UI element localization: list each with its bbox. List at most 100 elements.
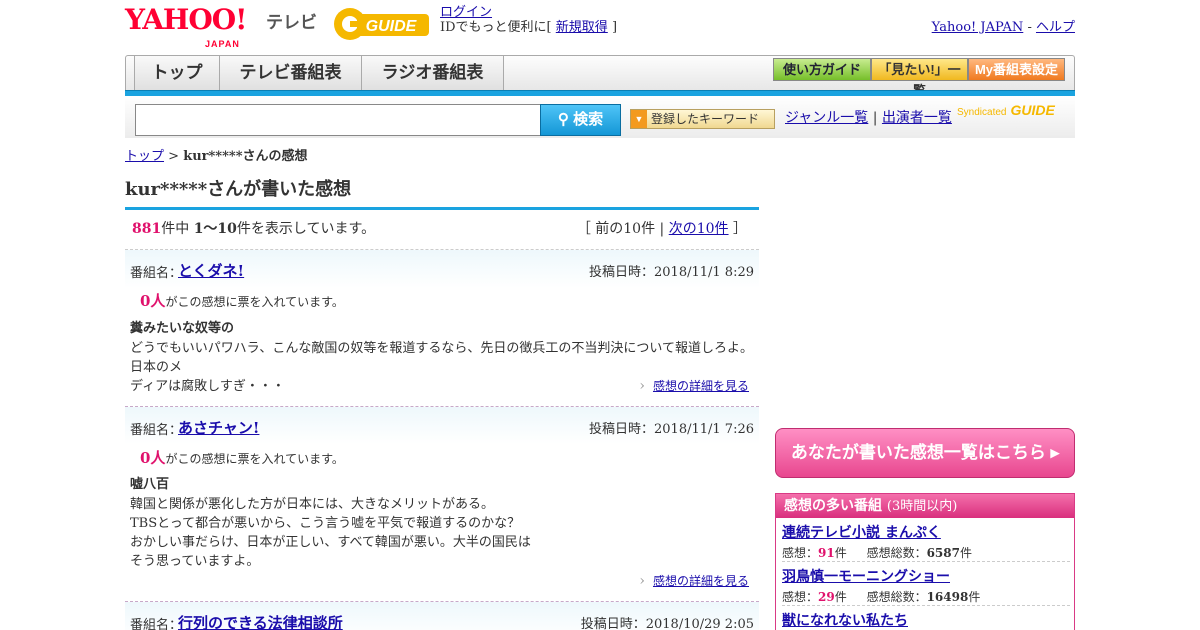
tab-top[interactable]: トップ <box>134 56 220 90</box>
keyword-label: 登録したキーワード <box>651 112 760 126</box>
page-title: kur*****さんが書いた感想 <box>125 179 352 200</box>
ranking-total-count: 16498 <box>926 590 969 604</box>
yahoo-logo-japan: JAPAN <box>205 39 240 49</box>
login-box: ログイン IDでもっと便利に[ 新規取得 ] <box>440 5 617 35</box>
search-icon: ⚲ <box>557 111 569 128</box>
entry-header: 番組名： あさチャン! 投稿日時：2018/11/1 7:26 <box>125 406 759 444</box>
performer-list-link[interactable]: 出演者一覧 <box>882 110 952 126</box>
syndicated-logo-text: GUIDE <box>1010 102 1055 118</box>
breadcrumb: トップ > kur*****さんの感想 <box>125 145 308 164</box>
next-page-link[interactable]: 次の10件 <box>669 221 729 237</box>
program-link[interactable]: あさチャン! <box>178 417 259 438</box>
pager-open: ［ <box>576 221 591 237</box>
ranking-kanso-label: 感想： <box>782 590 819 604</box>
ranking-meta: 感想：91件 感想総数：6587件 <box>782 544 1070 561</box>
review-entry: 番組名： 行列のできる法律相談所 投稿日時：2018/10/29 2:05 <box>125 601 759 630</box>
ranking-total-count: 6587 <box>926 546 960 560</box>
review-title: 糞みたいな奴等の <box>130 321 235 336</box>
vote-number: 0人 <box>140 449 166 467</box>
search-links-sep: | <box>872 110 878 126</box>
ranking-total-unit: 件 <box>959 546 972 560</box>
header-sep: - <box>1027 20 1032 35</box>
ranking-subtitle: (3時間以内) <box>886 499 958 514</box>
ranking-total-label: 感想総数： <box>866 546 927 560</box>
vote-text: がこの感想に票を入れています。 <box>165 452 344 466</box>
my-reviews-button-label: あなたが書いた感想一覧はこちら <box>790 443 1046 462</box>
pager-sep: | <box>659 221 665 237</box>
search-links: ジャンル一覧 | 出演者一覧 <box>785 109 952 127</box>
gguide-logo[interactable]: GUIDE <box>333 6 433 42</box>
review-entry: 番組名： あさチャン! 投稿日時：2018/11/1 7:26 0人がこの感想に… <box>125 406 759 602</box>
tv-label: テレビ <box>266 13 317 32</box>
mitai-list-button[interactable]: 「見たい!」一覧 <box>871 58 968 98</box>
global-nav: トップ テレビ番組表 ラジオ番組表 使い方ガイド 「見たい!」一覧 My番組表設… <box>125 55 1075 98</box>
entry-header: 番組名： 行列のできる法律相談所 投稿日時：2018/10/29 2:05 <box>125 601 759 630</box>
login-link[interactable]: ログイン <box>440 5 492 20</box>
ranking-title: 感想の多い番組 <box>784 498 882 514</box>
review-body-line: おかしい事だらけ、日本が正しい、すべて韓国が悪い。大半の国民は <box>130 535 531 550</box>
help-link[interactable]: ヘルプ <box>1036 20 1075 35</box>
review-body-line: どうでもいいパワハラ、こんな敵国の奴等を報道するなら、先日の徴兵工の不当判決につ… <box>130 341 753 375</box>
yahoo-japan-link[interactable]: Yahoo! JAPAN <box>932 20 1024 35</box>
search-area: ⚲ 検索 ▼ 登録したキーワード ジャンル一覧 | 出演者一覧 Syndicate… <box>125 96 1075 138</box>
program-label: 番組名： <box>130 618 183 630</box>
registered-keyword-button[interactable]: ▼ 登録したキーワード <box>630 109 775 129</box>
review-entry: 番組名： とくダネ! 投稿日時：2018/11/1 8:29 0人がこの感想に票… <box>125 250 759 407</box>
ranking-program-link[interactable]: 獣になれない私たち <box>782 610 1070 630</box>
ranking-program-link[interactable]: 羽鳥慎一モーニングショー <box>782 566 1070 586</box>
result-count: 881件中 1～10件を表示しています。 <box>132 210 375 248</box>
entry-header: 番組名： とくダネ! 投稿日時：2018/11/1 8:29 <box>125 250 759 288</box>
ranking-program-link[interactable]: 連続テレビ小説 まんぷく <box>782 522 1070 542</box>
vote-count: 0人がこの感想に票を入れています。 <box>140 447 344 468</box>
header: YAHOO! JAPAN テレビ GUIDE ログイン IDでもっと便利に[ 新… <box>125 0 1075 50</box>
breadcrumb-current: kur*****さんの感想 <box>183 149 308 164</box>
review-body-line: そう思っていますよ。 <box>130 554 260 569</box>
yahoo-japan-logo[interactable]: YAHOO! JAPAN <box>125 6 247 50</box>
review-detail-link[interactable]: 感想の詳細を見る <box>653 574 749 588</box>
result-mid: 件中 <box>161 221 190 237</box>
login-text: IDでもっと便利に[ <box>440 20 552 35</box>
my-schedule-button[interactable]: My番組表設定 <box>968 58 1065 81</box>
review-detail-link[interactable]: 感想の詳細を見る <box>653 379 749 393</box>
ranking-total-unit: 件 <box>968 590 981 604</box>
detail-link-row: 感想の詳細を見る <box>639 572 749 589</box>
vote-count: 0人がこの感想に票を入れています。 <box>140 290 344 311</box>
ranking-meta: 感想：29件 感想総数：16498件 <box>782 588 1070 605</box>
dropdown-arrow-icon: ▼ <box>631 110 647 128</box>
vote-text: がこの感想に票を入れています。 <box>165 295 344 309</box>
post-date: 投稿日時：2018/11/1 8:29 <box>589 265 754 280</box>
program-link[interactable]: 行列のできる法律相談所 <box>178 612 343 630</box>
search-input[interactable] <box>135 104 541 136</box>
ranking-item: 獣になれない私たち <box>782 610 1070 630</box>
post-date: 投稿日時：2018/10/29 2:05 <box>580 617 754 630</box>
ranking-total-label: 感想総数： <box>866 590 927 604</box>
result-range: 1～10 <box>193 221 237 237</box>
genre-list-link[interactable]: ジャンル一覧 <box>785 110 868 126</box>
guide-button[interactable]: 使い方ガイド <box>773 58 871 81</box>
search-button-label: 検索 <box>573 111 604 128</box>
signup-link[interactable]: 新規取得 <box>556 20 608 35</box>
chevron-right-icon: ▸ <box>1050 443 1060 462</box>
ranking-item: 連続テレビ小説 まんぷく 感想：91件 感想総数：6587件 <box>782 522 1070 562</box>
breadcrumb-top-link[interactable]: トップ <box>125 149 164 164</box>
program-link[interactable]: とくダネ! <box>178 260 244 281</box>
ranking-kanso-count: 29 <box>818 590 835 604</box>
review-body-line: TBSとって都合が悪いから、こう言う嘘を平気で報道するのかな？ <box>130 516 521 531</box>
ranking-header: 感想の多い番組 (3時間以内) <box>776 494 1074 518</box>
syndicated-label: Syndicated <box>957 107 1007 118</box>
tab-tv-schedule[interactable]: テレビ番組表 <box>220 56 362 90</box>
result-total: 881 <box>132 221 162 237</box>
pager: 881件中 1～10件を表示しています。 ［ 前の10件 | 次の10件 ］ <box>125 210 759 250</box>
my-reviews-button[interactable]: あなたが書いた感想一覧はこちら ▸ <box>775 428 1075 478</box>
program-label: 番組名： <box>130 266 183 281</box>
syndicated-gguide-logo: Syndicated GUIDE <box>957 102 1055 118</box>
header-links: Yahoo! JAPAN - ヘルプ <box>932 16 1075 35</box>
pager-nav: ［ 前の10件 | 次の10件 ］ <box>577 210 747 248</box>
ranking-kanso-count: 91 <box>818 546 835 560</box>
search-button[interactable]: ⚲ 検索 <box>540 104 621 136</box>
program-label: 番組名： <box>130 423 183 438</box>
tab-radio-schedule[interactable]: ラジオ番組表 <box>362 56 504 90</box>
svg-text:GUIDE: GUIDE <box>366 18 418 35</box>
ranking-kanso-unit: 件 <box>834 590 847 604</box>
review-body: 韓国と関係が悪化した方が日本には、大きなメリットがある。 TBSとって都合が悪い… <box>130 495 755 571</box>
